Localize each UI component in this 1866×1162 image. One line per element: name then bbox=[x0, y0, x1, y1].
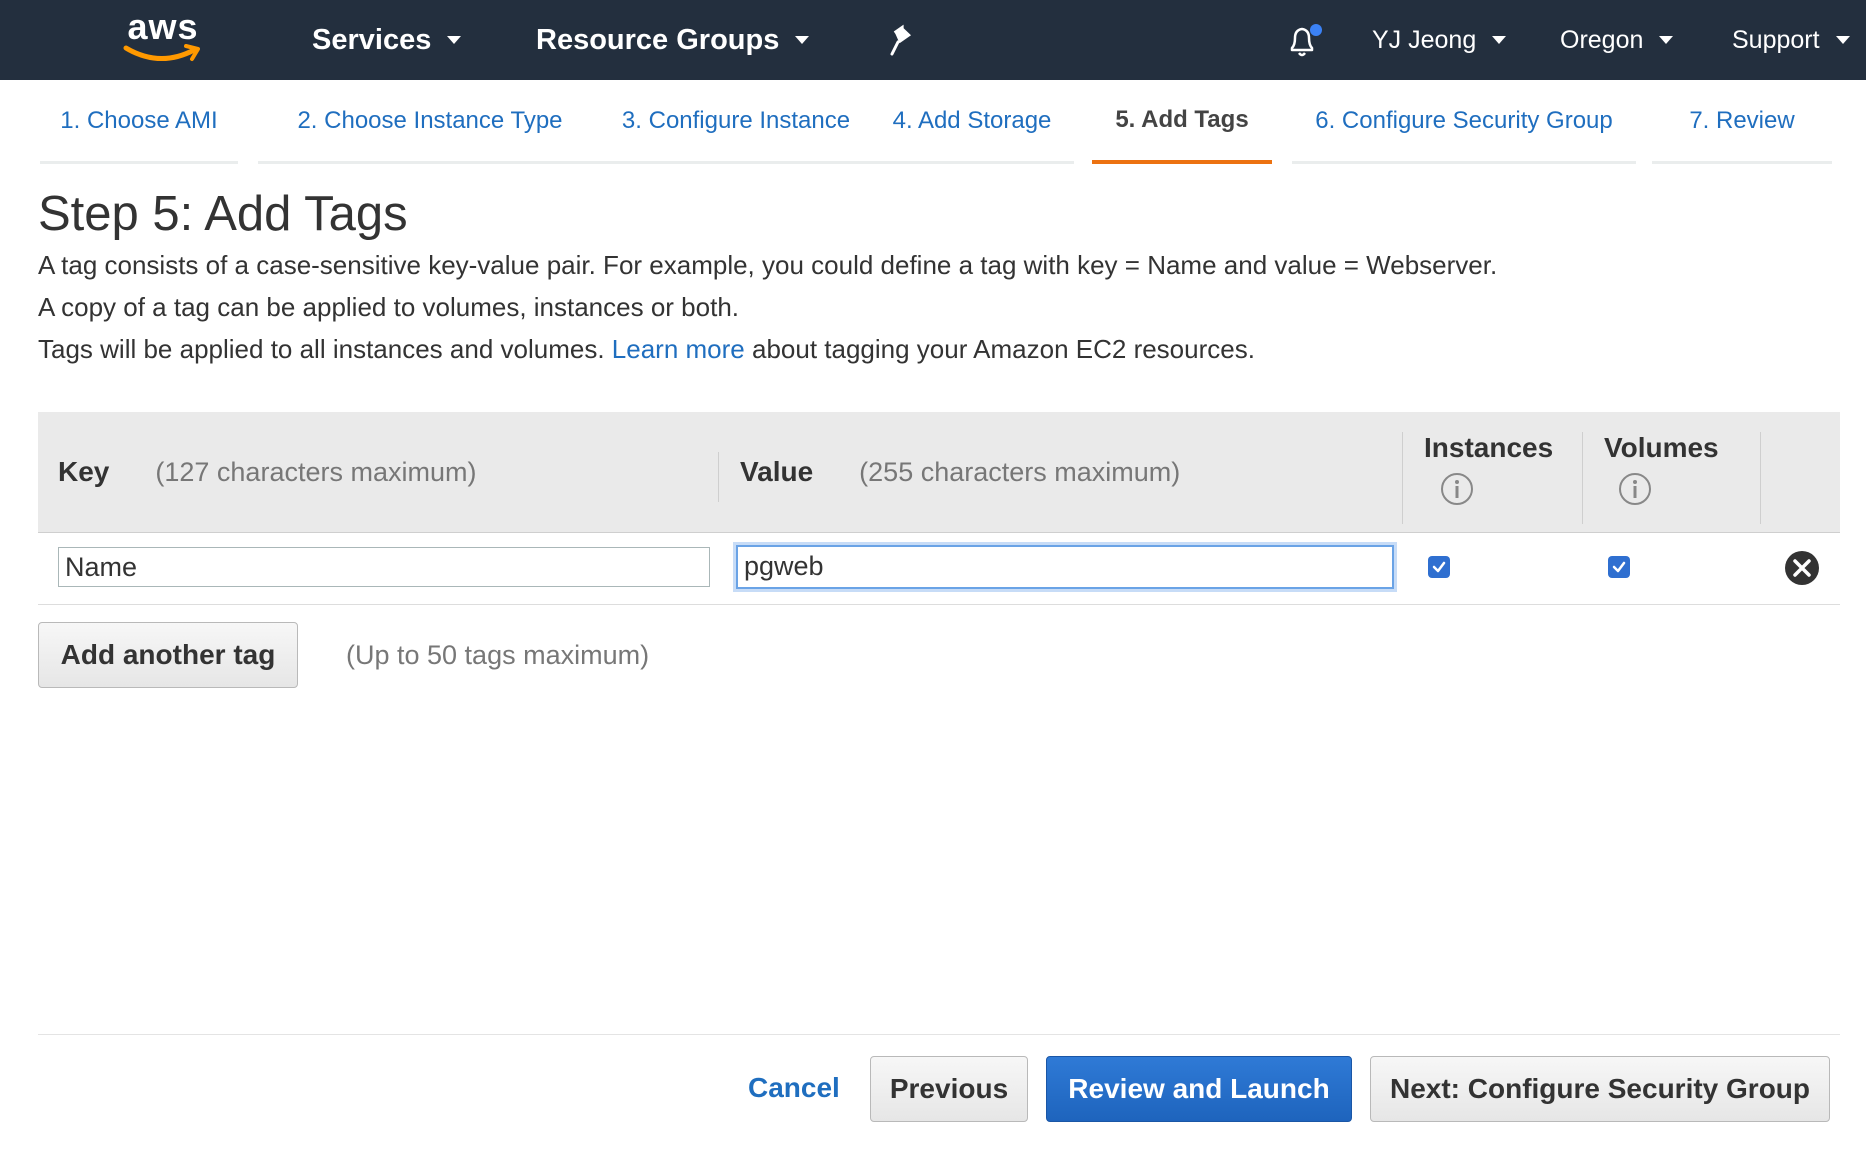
description-line-2: A copy of a tag can be applied to volume… bbox=[38, 292, 739, 322]
user-name: YJ Jeong bbox=[1372, 25, 1477, 54]
footer-divider bbox=[38, 1034, 1840, 1035]
value-header-hint: (255 characters maximum) bbox=[859, 456, 1181, 487]
page-title: Step 5: Add Tags bbox=[38, 187, 408, 241]
chevron-down-icon bbox=[1659, 36, 1674, 44]
tab-add-storage[interactable]: 4. Add Storage bbox=[870, 80, 1074, 164]
review-and-launch-button[interactable]: Review and Launch bbox=[1046, 1056, 1352, 1122]
tab-review[interactable]: 7. Review bbox=[1652, 80, 1832, 164]
value-header-label: Value bbox=[740, 456, 814, 487]
services-label: Services bbox=[312, 23, 432, 56]
top-navbar: aws Services Resource Groups YJ Jeong Or… bbox=[0, 0, 1866, 80]
aws-logo[interactable]: aws bbox=[120, 6, 206, 68]
info-icon[interactable] bbox=[1618, 472, 1652, 506]
remove-tag-icon[interactable] bbox=[1784, 550, 1820, 586]
checkmark-icon bbox=[1612, 561, 1626, 573]
chevron-down-icon bbox=[1492, 36, 1507, 44]
chevron-down-icon bbox=[795, 36, 810, 44]
column-divider bbox=[1760, 432, 1761, 524]
aws-smile-icon bbox=[123, 44, 200, 61]
user-menu[interactable]: YJ Jeong bbox=[1372, 0, 1507, 80]
instances-column-header: Instances bbox=[1424, 432, 1554, 463]
tab-choose-ami[interactable]: 1. Choose AMI bbox=[40, 80, 238, 164]
tab-configure-security-group[interactable]: 6. Configure Security Group bbox=[1292, 80, 1636, 164]
table-row: Name pgweb bbox=[38, 532, 1840, 605]
previous-button[interactable]: Previous bbox=[870, 1056, 1028, 1122]
tags-table-header: Key (127 characters maximum) Value (255 … bbox=[38, 412, 1840, 533]
key-column-header: Key (127 characters maximum) bbox=[58, 412, 476, 532]
tab-configure-instance[interactable]: 3. Configure Instance bbox=[582, 80, 890, 164]
tag-key-input[interactable]: Name bbox=[58, 547, 710, 587]
volumes-checkbox[interactable] bbox=[1608, 556, 1630, 578]
support-label: Support bbox=[1732, 25, 1820, 54]
wizard-steps: 1. Choose AMI 2. Choose Instance Type 3.… bbox=[40, 80, 1840, 170]
next-configure-security-group-button[interactable]: Next: Configure Security Group bbox=[1370, 1056, 1830, 1122]
chevron-down-icon bbox=[1835, 36, 1850, 44]
description-line-3: Tags will be applied to all instances an… bbox=[38, 334, 1255, 365]
key-header-label: Key bbox=[58, 456, 110, 487]
info-icon[interactable] bbox=[1440, 472, 1474, 506]
region-name: Oregon bbox=[1560, 25, 1644, 54]
region-menu[interactable]: Oregon bbox=[1560, 0, 1674, 80]
resource-groups-menu[interactable]: Resource Groups bbox=[536, 0, 810, 80]
description-text: Tags will be applied to all instances an… bbox=[38, 334, 605, 364]
resource-groups-label: Resource Groups bbox=[536, 23, 780, 56]
column-divider bbox=[1582, 432, 1583, 524]
instances-checkbox[interactable] bbox=[1428, 556, 1450, 578]
description-text: about tagging your Amazon EC2 resources. bbox=[751, 334, 1255, 364]
chevron-down-icon bbox=[447, 36, 462, 44]
tab-add-tags[interactable]: 5. Add Tags bbox=[1092, 80, 1272, 164]
support-menu[interactable]: Support bbox=[1732, 0, 1850, 80]
tag-value-input[interactable]: pgweb bbox=[736, 545, 1394, 589]
learn-more-link[interactable]: Learn more bbox=[612, 334, 745, 364]
value-column-header: Value (255 characters maximum) bbox=[740, 412, 1180, 532]
cancel-button[interactable]: Cancel bbox=[748, 1072, 840, 1104]
pin-icon[interactable] bbox=[888, 24, 918, 58]
add-another-tag-button[interactable]: Add another tag bbox=[38, 622, 298, 688]
column-divider bbox=[718, 452, 719, 502]
key-header-hint: (127 characters maximum) bbox=[155, 456, 477, 487]
bell-icon[interactable] bbox=[1284, 22, 1322, 60]
tab-choose-instance-type[interactable]: 2. Choose Instance Type bbox=[258, 80, 602, 164]
checkmark-icon bbox=[1432, 561, 1446, 573]
tags-limit-note: (Up to 50 tags maximum) bbox=[346, 640, 650, 670]
volumes-column-header: Volumes bbox=[1604, 432, 1719, 463]
services-menu[interactable]: Services bbox=[312, 0, 462, 80]
description-line-1: A tag consists of a case-sensitive key-v… bbox=[38, 250, 1498, 280]
column-divider bbox=[1402, 432, 1403, 524]
